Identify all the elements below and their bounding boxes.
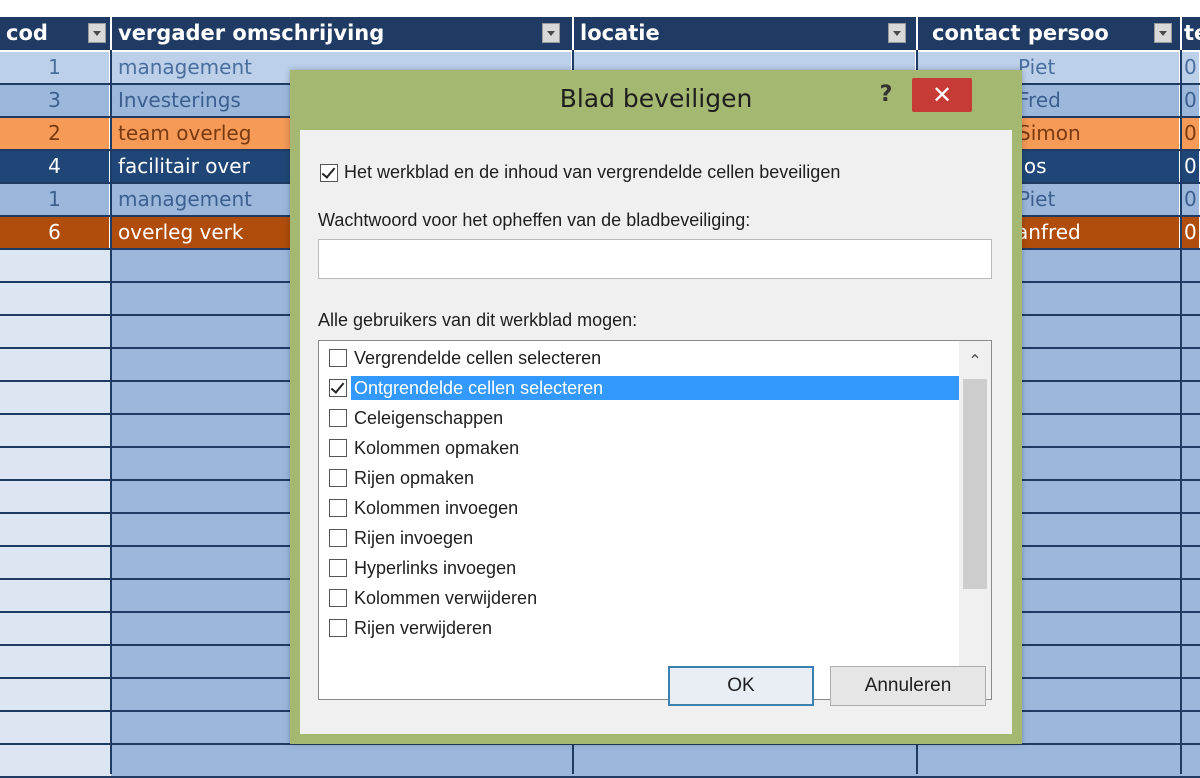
table-cell[interactable] — [0, 646, 110, 677]
table-cell[interactable] — [0, 679, 110, 710]
scroll-thumb[interactable] — [963, 379, 987, 589]
permission-item[interactable]: Kolommen opmaken — [319, 433, 959, 463]
table-cell[interactable]: 6 — [0, 217, 110, 248]
filter-dropdown-icon[interactable] — [542, 23, 560, 43]
permission-checkbox[interactable] — [329, 529, 347, 547]
permission-checkbox[interactable] — [329, 349, 347, 367]
column-header-code-label: cod — [6, 21, 48, 45]
permission-label: Kolommen invoegen — [354, 498, 519, 518]
table-cell[interactable]: 3 — [0, 85, 110, 116]
permission-label: Kolommen verwijderen — [354, 588, 538, 608]
table-cell[interactable] — [0, 514, 110, 545]
ok-button[interactable]: OK — [668, 666, 814, 706]
permissions-list[interactable]: Vergrendelde cellen selecteren Ontgrendel… — [318, 340, 992, 700]
column-header-locatie-label: locatie — [580, 21, 660, 45]
permission-item[interactable]: Kolommen invoegen — [319, 493, 959, 523]
permission-item[interactable]: Ontgrendelde cellen selecteren — [319, 373, 959, 403]
table-cell[interactable]: 0 — [1182, 52, 1200, 83]
filter-dropdown-icon[interactable] — [88, 23, 106, 43]
table-cell[interactable]: 2 — [0, 118, 110, 149]
column-header-code[interactable]: cod — [0, 17, 110, 50]
permission-checkbox[interactable] — [329, 469, 347, 487]
table-cell[interactable] — [0, 580, 110, 611]
table-cell[interactable] — [0, 283, 110, 314]
protect-sheet-checkbox[interactable] — [320, 164, 338, 182]
table-cell[interactable]: 0 — [1182, 85, 1200, 116]
permission-item[interactable]: Rijen opmaken — [319, 463, 959, 493]
permission-checkbox[interactable] — [329, 439, 347, 457]
table-cell[interactable]: 0 — [1182, 184, 1200, 215]
table-cell[interactable] — [0, 745, 110, 776]
permission-item[interactable]: Celeigenschappen — [319, 403, 959, 433]
permission-label: Celeigenschappen — [354, 408, 504, 428]
table-cell[interactable] — [0, 547, 110, 578]
column-header-contact[interactable]: contact persoo — [918, 17, 1180, 50]
permission-checkbox[interactable] — [329, 559, 347, 577]
table-cell[interactable]: 4 — [0, 151, 110, 182]
table-cell[interactable]: 1 — [0, 52, 110, 83]
table-cell[interactable]: 0 — [1182, 217, 1200, 248]
table-cell[interactable] — [0, 250, 110, 281]
column-header-omschrijving-label: vergader omschrijving — [118, 21, 385, 45]
permission-item[interactable]: Kolommen verwijderen — [319, 583, 959, 613]
close-button[interactable]: ✕ — [912, 78, 972, 112]
table-cell[interactable] — [0, 349, 110, 380]
password-label: Wachtwoord voor het opheffen van de blad… — [318, 210, 751, 230]
permission-checkbox[interactable] — [329, 379, 347, 397]
permissions-label: Alle gebruikers van dit werkblad mogen: — [318, 310, 638, 330]
permission-label: Rijen opmaken — [354, 468, 475, 488]
permission-item[interactable]: Hyperlinks invoegen — [319, 553, 959, 583]
permission-label: Rijen verwijderen — [354, 618, 493, 638]
column-header-telefoon-label: te — [1184, 21, 1200, 45]
help-button[interactable]: ? — [873, 80, 899, 110]
table-cell[interactable] — [0, 481, 110, 512]
permission-checkbox[interactable] — [329, 589, 347, 607]
table-cell[interactable] — [0, 382, 110, 413]
table-cell[interactable] — [0, 613, 110, 644]
dialog-body: Het werkblad en de inhoud van vergrendel… — [300, 130, 1012, 734]
column-header-contact-label: contact persoo — [932, 21, 1109, 45]
table-cell[interactable]: 0 — [1182, 118, 1200, 149]
password-input[interactable] — [318, 239, 992, 279]
permission-item[interactable]: Vergrendelde cellen selecteren — [319, 343, 959, 373]
permission-label: Ontgrendelde cellen selecteren — [351, 376, 959, 400]
filter-dropdown-icon[interactable] — [888, 23, 906, 43]
protect-sheet-label: Het werkblad en de inhoud van vergrendel… — [344, 162, 841, 182]
scroll-up-icon[interactable]: ⌃ — [959, 341, 991, 375]
permission-checkbox[interactable] — [329, 409, 347, 427]
table-cell[interactable]: 0 — [1182, 151, 1200, 182]
permission-label: Hyperlinks invoegen — [354, 558, 517, 578]
column-header-locatie[interactable]: locatie — [574, 17, 916, 50]
dialog-title-bar[interactable]: Blad beveiligen ? ✕ — [290, 70, 1022, 130]
table-cell[interactable] — [0, 415, 110, 446]
permission-item[interactable]: Rijen invoegen — [319, 523, 959, 553]
column-divider — [110, 50, 112, 774]
permission-checkbox[interactable] — [329, 619, 347, 637]
permission-label: Kolommen opmaken — [354, 438, 520, 458]
empty-row[interactable] — [0, 745, 1200, 776]
table-cell[interactable] — [0, 316, 110, 347]
permission-item[interactable]: Rijen verwijderen — [319, 613, 959, 643]
permission-checkbox[interactable] — [329, 499, 347, 517]
table-cell[interactable] — [111, 745, 1200, 776]
permission-label: Vergrendelde cellen selecteren — [354, 348, 602, 368]
protect-sheet-dialog: Blad beveiligen ? ✕ Het werkblad en de i… — [290, 70, 1022, 744]
permission-label: Rijen invoegen — [354, 528, 474, 548]
table-cell[interactable] — [0, 448, 110, 479]
column-divider — [1180, 50, 1182, 774]
table-cell[interactable]: 1 — [0, 184, 110, 215]
cancel-button[interactable]: Annuleren — [830, 666, 986, 706]
permissions-scrollbar[interactable]: ⌃ ⌄ — [959, 341, 991, 699]
table-cell[interactable] — [0, 712, 110, 743]
filter-dropdown-icon[interactable] — [1154, 23, 1172, 43]
column-header-telefoon[interactable]: te — [1182, 17, 1200, 50]
column-header-omschrijving[interactable]: vergader omschrijving — [112, 17, 572, 50]
